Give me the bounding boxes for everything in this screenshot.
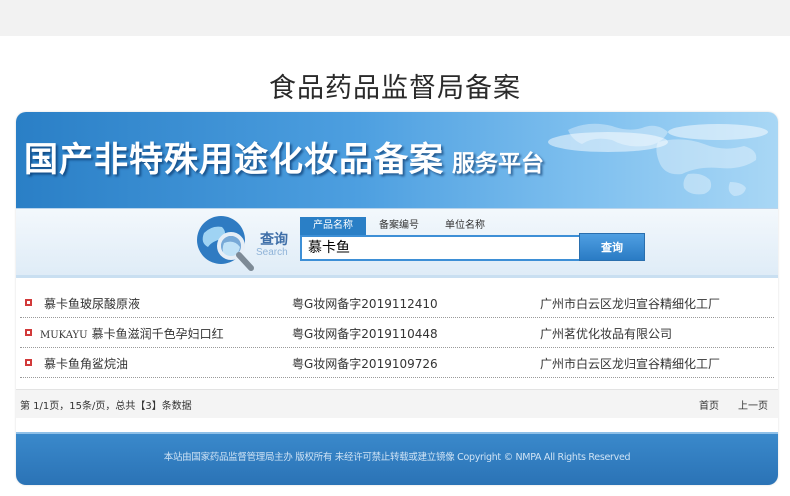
banner-subtitle: 服务平台	[452, 150, 544, 177]
product-name-link[interactable]: 慕卡鱼角鲨烷油	[40, 355, 128, 372]
filing-number: 粤G妆网备字2019109726	[292, 357, 438, 371]
first-page-link[interactable]: 首页	[699, 397, 719, 412]
search-label-cn: 查询	[260, 232, 288, 248]
bullet-icon	[25, 299, 32, 306]
product-name-link[interactable]: MUKAYU 慕卡鱼滋润千色孕妇口红	[40, 325, 224, 342]
tab-filing-number[interactable]: 备案编号	[366, 217, 432, 235]
search-label-en: Search	[256, 247, 288, 258]
banner: 国产非特殊用途化妆品备案 服务平台	[16, 112, 778, 208]
search-input[interactable]	[300, 235, 586, 261]
pagination-bar: 第 1/1页，15条/页，总共【3】条数据 首页 上一页	[16, 389, 778, 418]
search-panel: 查询 Search 产品名称 备案编号 单位名称 查询	[16, 208, 778, 278]
banner-title-main: 国产非特殊用途化妆品备案	[24, 140, 444, 180]
product-name: 慕卡鱼玻尿酸原液	[44, 297, 141, 311]
results-list: 慕卡鱼玻尿酸原液 粤G妆网备字2019112410 广州市白云区龙归宣谷精细化工…	[20, 288, 774, 378]
pagination-summary: 第 1/1页，15条/页，总共【3】条数据	[20, 401, 192, 412]
page-title: 食品药品监督局备案	[269, 73, 521, 104]
product-brand: MUKAYU	[40, 330, 88, 341]
prev-page-link[interactable]: 上一页	[738, 397, 768, 412]
table-row: MUKAYU 慕卡鱼滋润千色孕妇口红 粤G妆网备字2019110448 广州茗优化…	[20, 318, 774, 348]
product-name-link[interactable]: 慕卡鱼玻尿酸原液	[40, 295, 140, 312]
bullet-icon	[25, 359, 32, 366]
search-tabs: 产品名称 备案编号 单位名称	[300, 217, 498, 235]
top-bar	[0, 0, 790, 36]
footer: 本站由国家药品监督管理局主办 版权所有 未经许可禁止转载或建立镜像 Copyri…	[16, 432, 778, 485]
footer-copyright: 本站由国家药品监督管理局主办 版权所有 未经许可禁止转载或建立镜像 Copyri…	[163, 452, 631, 463]
table-row: 慕卡鱼玻尿酸原液 粤G妆网备字2019112410 广州市白云区龙归宣谷精细化工…	[20, 288, 774, 318]
tab-product-name[interactable]: 产品名称	[300, 217, 366, 235]
portal-card: 国产非特殊用途化妆品备案 服务平台 查询 Search 产品名称 备案编号 单位名…	[16, 112, 778, 485]
company-name: 广州市白云区龙归宣谷精细化工厂	[540, 357, 721, 371]
bullet-icon	[25, 329, 32, 336]
tab-company-name[interactable]: 单位名称	[432, 217, 498, 235]
banner-title: 国产非特殊用途化妆品备案 服务平台	[24, 132, 544, 181]
filing-number: 粤G妆网备字2019110448	[292, 327, 438, 341]
globe-magnifier-icon	[197, 216, 254, 271]
table-row: 慕卡鱼角鲨烷油 粤G妆网备字2019109726 广州市白云区龙归宣谷精细化工厂	[20, 348, 774, 378]
search-button[interactable]: 查询	[579, 233, 645, 261]
filing-number: 粤G妆网备字2019112410	[292, 297, 438, 311]
product-name: 慕卡鱼滋润千色孕妇口红	[91, 327, 224, 341]
company-name: 广州市白云区龙归宣谷精细化工厂	[540, 297, 721, 311]
company-name: 广州茗优化妆品有限公司	[540, 327, 673, 341]
product-name: 慕卡鱼角鲨烷油	[44, 357, 129, 371]
